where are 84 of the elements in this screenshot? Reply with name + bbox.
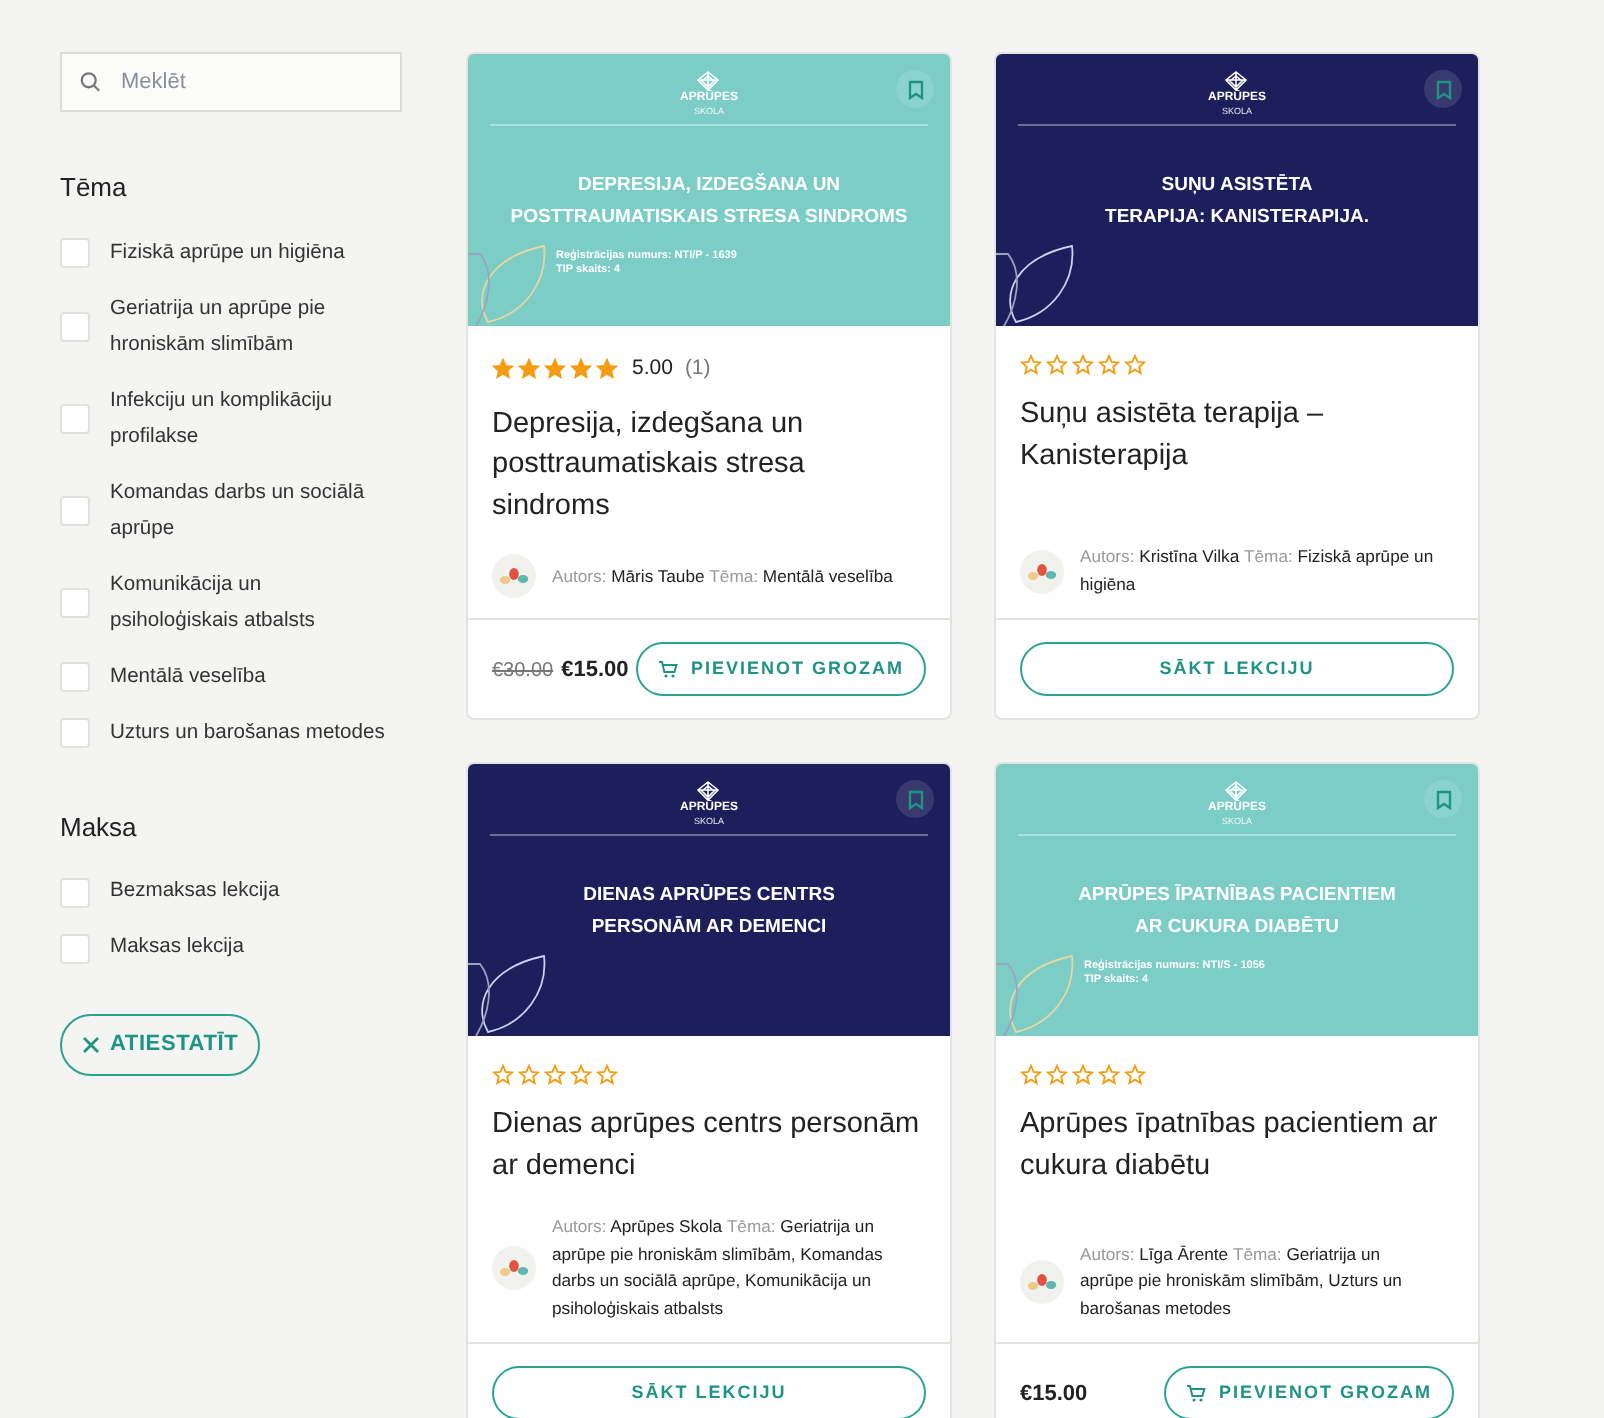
star-icon bbox=[1072, 1064, 1094, 1087]
logo-icon bbox=[694, 70, 723, 92]
banner-title: APRŪPES ĪPATNĪBAS PACIENTIEM AR CUKURA DIABĒTU bbox=[1076, 882, 1398, 943]
star-icon bbox=[1124, 354, 1146, 376]
old-price: €30.00 bbox=[492, 659, 554, 681]
checkbox[interactable] bbox=[60, 662, 90, 692]
add-to-cart-button[interactable]: PIEVIENOT GROZAM bbox=[1164, 1366, 1454, 1418]
star-icon bbox=[492, 1064, 514, 1087]
star-icon bbox=[570, 1064, 592, 1087]
star-icon bbox=[1020, 354, 1042, 376]
star-icon bbox=[570, 358, 592, 381]
avatar-icon bbox=[492, 554, 536, 599]
checkbox-label: Komandas darbs un sociālā aprūpe bbox=[110, 479, 367, 543]
star-icon bbox=[1046, 354, 1068, 376]
checkbox[interactable] bbox=[60, 312, 90, 342]
rating-value: 5.00 bbox=[632, 354, 673, 384]
star-icon bbox=[596, 358, 618, 381]
logo-icon bbox=[1222, 70, 1251, 92]
start-lecture-button[interactable]: SĀKT LEKCIJU bbox=[492, 1366, 926, 1418]
bookmark-icon bbox=[907, 789, 923, 810]
rating-count: (1) bbox=[684, 354, 711, 384]
checkbox-label: Maksas lekcija bbox=[110, 934, 244, 962]
course-title: Suņu asistēta terapija – Kanisterapija bbox=[1020, 396, 1326, 475]
price: €15.00 bbox=[561, 657, 629, 681]
star-icon bbox=[1124, 1064, 1146, 1087]
cart-icon bbox=[658, 660, 679, 679]
avatar-icon bbox=[1020, 549, 1064, 594]
author-info: Autors: Līga Ārente Tēma: Geriatrija un aprūpe pie hroniskām slimībām, Uzturs un barošanas metodes bbox=[1080, 1241, 1404, 1322]
search-field[interactable]: Meklēt bbox=[60, 52, 402, 112]
start-lecture-button[interactable]: SĀKT LEKCIJU bbox=[1020, 642, 1454, 697]
author-info: Autors: Kristīna Vilka Tēma: Fiziskā aprūpe un higiēna bbox=[1080, 544, 1436, 598]
star-icon bbox=[544, 1064, 566, 1087]
add-to-cart-button[interactable]: PIEVIENOT GROZAM bbox=[636, 642, 926, 697]
checkbox-label: Mentālā veselība bbox=[110, 663, 266, 691]
course-title: Depresija, izdegšana un posttraumatiskais stresa sindroms bbox=[492, 405, 807, 526]
close-icon bbox=[82, 1035, 100, 1054]
checkbox-label: Geriatrija un aprūpe pie hroniskām slimībām bbox=[110, 295, 328, 359]
checkbox[interactable] bbox=[60, 238, 90, 268]
bookmark-icon bbox=[907, 79, 923, 99]
banner-title: SUŅU ASISTĒTA TERAPIJA: KANISTERAPIJA. bbox=[1103, 172, 1371, 232]
author-info: Autors: Aprūpes Skola Tēma: Geriatrija un aprūpe pie hroniskām slimībām, Komandas darbs un sociālā aprūpe, Komunikācija un psiholoģiskais atbalsts bbox=[552, 1214, 885, 1322]
checkbox[interactable] bbox=[60, 404, 90, 434]
checkbox-label: Komunikācija un psiholoģiskais atbalsts bbox=[110, 571, 317, 635]
avatar-icon bbox=[492, 1246, 536, 1291]
cart-icon bbox=[1186, 1384, 1207, 1403]
price: €15.00 bbox=[1020, 1381, 1088, 1405]
star-icon bbox=[518, 358, 540, 381]
reset-button[interactable]: ATIESTATĪT bbox=[60, 1014, 261, 1075]
bookmark-button[interactable] bbox=[1424, 780, 1462, 819]
checkbox[interactable] bbox=[60, 496, 90, 526]
checkbox-label: Uzturs un barošanas metodes bbox=[110, 719, 385, 747]
search-input[interactable]: Meklēt bbox=[116, 54, 382, 110]
bookmark-icon bbox=[1435, 79, 1451, 99]
star-icon bbox=[1098, 1064, 1120, 1087]
checkbox-label: Bezmaksas lekcija bbox=[110, 878, 280, 906]
avatar-icon bbox=[1020, 1260, 1064, 1304]
checkbox[interactable] bbox=[60, 718, 90, 748]
checkbox-label: Infekciju un komplikāciju profilakse bbox=[110, 387, 335, 451]
bookmark-button[interactable] bbox=[896, 70, 934, 108]
bookmark-button[interactable] bbox=[896, 780, 934, 819]
checkbox-label: Fiziskā aprūpe un higiēna bbox=[110, 239, 345, 267]
star-icon bbox=[544, 358, 566, 381]
logo-icon bbox=[1222, 780, 1251, 803]
course-title: Aprūpes īpatnības pacientiem ar cukura diabētu bbox=[1020, 1106, 1440, 1186]
logo-icon bbox=[694, 780, 723, 803]
star-icon bbox=[1046, 1064, 1068, 1087]
bookmark-button[interactable] bbox=[1424, 70, 1462, 108]
filter-heading: Tēma bbox=[60, 170, 129, 206]
checkbox[interactable] bbox=[60, 877, 90, 907]
checkbox[interactable] bbox=[60, 588, 90, 618]
star-icon bbox=[596, 1064, 618, 1087]
star-icon bbox=[492, 358, 514, 381]
star-icon bbox=[518, 1064, 540, 1087]
filter-heading: Maksa bbox=[60, 809, 139, 845]
banner-title: DIENAS APRŪPES CENTRS PERSONĀM AR DEMENCI bbox=[581, 882, 837, 943]
course-title: Dienas aprūpes centrs personām ar demenci bbox=[492, 1106, 922, 1186]
bookmark-icon bbox=[1435, 789, 1451, 810]
search-icon bbox=[80, 70, 101, 94]
star-icon bbox=[1098, 354, 1120, 376]
star-icon bbox=[1072, 354, 1094, 376]
checkbox[interactable] bbox=[60, 933, 90, 963]
author-info: Autors: Māris Taube Tēma: Mentālā veselība bbox=[552, 563, 895, 589]
banner-title: DEPRESIJA, IZDEGŠANA UN POSTTRAUMATISKAIS STRESA SINDROMS bbox=[508, 171, 910, 232]
star-icon bbox=[1020, 1064, 1042, 1087]
